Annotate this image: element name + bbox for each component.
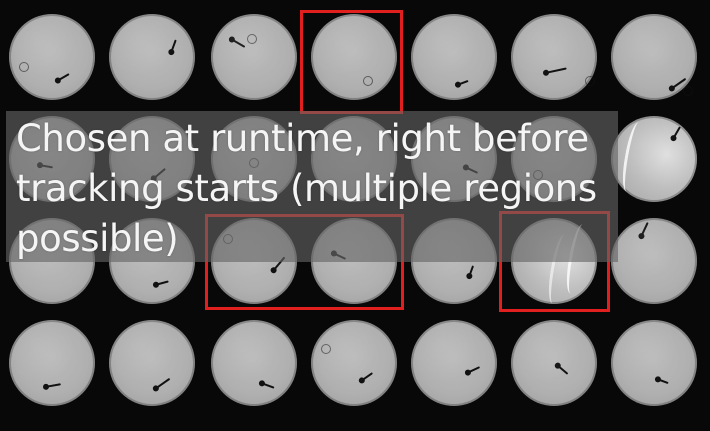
fish <box>556 364 569 375</box>
well-r4-c5 <box>411 320 497 406</box>
fish <box>468 265 475 278</box>
well-r2-c7 <box>611 116 697 202</box>
caption-text: Chosen at runtime, right before tracking… <box>16 117 597 260</box>
well-r4-c2 <box>109 320 195 406</box>
fish <box>154 377 171 390</box>
well-r4-c6 <box>511 320 597 406</box>
fish <box>656 378 669 385</box>
well-r1-c1 <box>9 14 95 100</box>
video-frame: Chosen at runtime, right before tracking… <box>0 0 710 431</box>
fish <box>230 38 246 48</box>
fish <box>360 372 374 382</box>
well-r1-c2 <box>109 14 195 100</box>
glare <box>619 121 646 193</box>
well-r4-c1 <box>9 320 95 406</box>
well-r4-c4 <box>311 320 397 406</box>
fish <box>44 383 61 388</box>
debris <box>321 344 331 354</box>
well-r4-c3 <box>211 320 297 406</box>
fish <box>154 280 169 286</box>
fish <box>672 126 681 140</box>
fish <box>544 67 567 74</box>
selected-region-box <box>300 10 403 114</box>
well-r1-c5 <box>411 14 497 100</box>
debris <box>247 34 257 44</box>
debris <box>19 62 29 72</box>
well-r4-c7 <box>611 320 697 406</box>
fish <box>170 39 177 54</box>
fish <box>640 222 649 238</box>
well-r3-c7 <box>611 218 697 304</box>
fish <box>260 382 275 389</box>
debris <box>585 76 595 86</box>
well-r1-c3 <box>211 14 297 100</box>
well-r1-c6 <box>511 14 597 100</box>
fish <box>466 366 481 374</box>
fish <box>456 79 469 86</box>
fish <box>56 73 70 82</box>
debris <box>683 86 693 96</box>
well-r1-c7 <box>611 14 697 100</box>
